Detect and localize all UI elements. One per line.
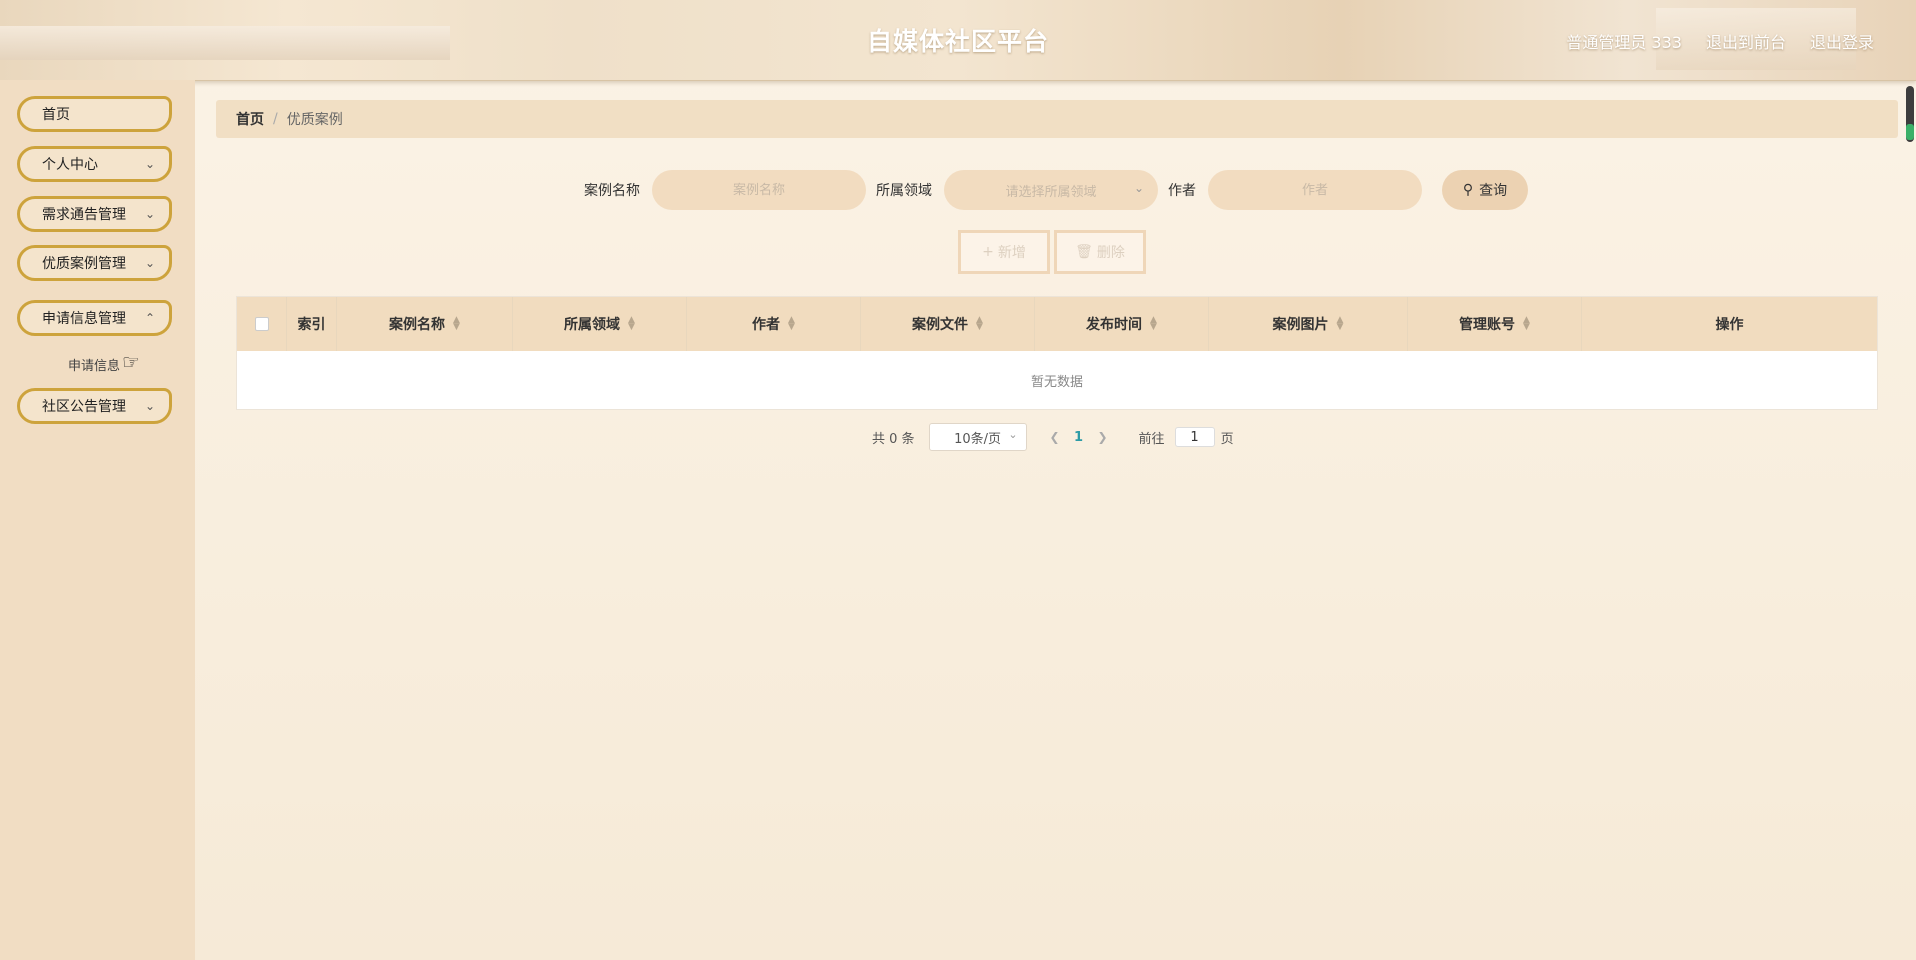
query-button[interactable]: ⚲ 查询 <box>1442 170 1528 210</box>
sort-icon[interactable]: ▲ ▼ <box>1150 316 1157 332</box>
chevron-down-icon: ⌄ <box>144 207 155 221</box>
chevron-down-icon: ⌄ <box>144 256 155 270</box>
case-table: 索引 案例名称 ▲ ▼ 所属领域 ▲ ▼ 作者 ▲ ▼ 案例文件 ▲ ▼ 发布时间 ▲ ▼… <box>236 296 1878 410</box>
sidebar-item-label: 需求通告管理 <box>42 207 126 223</box>
header-links: 普通管理员 333 退出到前台 退出登录 <box>1566 29 1874 53</box>
column-header-label: 发布时间 <box>1086 317 1143 333</box>
add-button-label: 新增 <box>997 245 1026 261</box>
sort-icon[interactable]: ▲ ▼ <box>1523 316 1530 332</box>
add-button[interactable]: + 新增 <box>958 230 1050 274</box>
search-icon: ⚲ <box>1462 182 1474 198</box>
plus-icon: + <box>982 244 994 260</box>
breadcrumb-home[interactable]: 首页 <box>236 109 264 129</box>
column-header-label: 作者 <box>752 317 781 333</box>
column-header-publish-time[interactable]: 发布时间 ▲ ▼ <box>1035 297 1209 351</box>
select-all-checkbox[interactable] <box>254 317 269 331</box>
prev-page-icon[interactable]: ❮ <box>1043 430 1067 444</box>
case-name-input[interactable] <box>652 170 866 210</box>
pagination: 共 0 条 10条/页 ⌄ ❮ 1 ❯ 前往 页 <box>872 422 1234 452</box>
column-header-label: 案例文件 <box>912 317 969 333</box>
sidebar-item-label: 个人中心 <box>42 157 98 173</box>
total-count: 共 0 条 <box>872 431 915 447</box>
column-header-label: 索引 <box>297 317 326 333</box>
column-header-label: 所属领域 <box>564 317 621 333</box>
sort-icon[interactable]: ▲ ▼ <box>1337 316 1344 332</box>
column-header-index: 索引 <box>287 297 337 351</box>
breadcrumb-separator: / <box>273 111 278 127</box>
sidebar-item-demand-notice[interactable]: 需求通告管理 ⌄ <box>17 196 172 232</box>
author-input[interactable] <box>1208 170 1422 210</box>
page-number[interactable]: 1 <box>1067 430 1091 445</box>
chevron-down-icon: ⌄ <box>144 157 155 171</box>
chevron-down-icon: ⌄ <box>144 399 155 413</box>
logout-link[interactable]: 退出登录 <box>1810 29 1874 53</box>
breadcrumb: 首页 / 优质案例 <box>216 100 1898 138</box>
column-header-label: 操作 <box>1715 317 1744 333</box>
delete-button[interactable]: 🗑 删除 <box>1054 230 1146 274</box>
sidebar-item-home[interactable]: 首页 <box>17 96 172 132</box>
sidebar-subitem-application-info[interactable]: 申请信息 <box>68 355 120 374</box>
goto-page-input[interactable] <box>1174 427 1215 447</box>
sidebar-item-application[interactable]: 申请信息管理 ⌃ <box>17 300 172 336</box>
sort-icon[interactable]: ▲ ▼ <box>628 316 635 332</box>
sidebar-item-label: 社区公告管理 <box>42 399 126 415</box>
column-header-operation: 操作 <box>1582 297 1877 351</box>
sort-icon[interactable]: ▲ ▼ <box>976 316 983 332</box>
sidebar-item-label: 首页 <box>42 107 70 123</box>
author-label: 作者 <box>1168 183 1196 199</box>
empty-text: 暂无数据 <box>1030 374 1083 390</box>
top-header: 自媒体社区平台 普通管理员 333 退出到前台 退出登录 <box>0 0 1916 81</box>
action-buttons: + 新增 🗑 删除 <box>958 230 1146 274</box>
sidebar-item-label: 申请信息管理 <box>42 311 126 327</box>
column-header-admin-account[interactable]: 管理账号 ▲ ▼ <box>1408 297 1582 351</box>
next-page-icon[interactable]: ❯ <box>1091 430 1115 444</box>
sidebar: 首页 个人中心 ⌄ 需求通告管理 ⌄ 优质案例管理 ⌄ 申请信息管理 ⌃ 申请信… <box>0 80 195 960</box>
trash-icon: 🗑 <box>1075 244 1093 260</box>
domain-select[interactable]: 请选择所属领域 ⌄ <box>944 170 1158 210</box>
column-header-case-image[interactable]: 案例图片 ▲ ▼ <box>1209 297 1408 351</box>
column-header-label: 管理账号 <box>1459 317 1516 333</box>
current-user-label: 普通管理员 333 <box>1566 33 1682 52</box>
chevron-down-icon: ⌄ <box>1008 428 1018 441</box>
breadcrumb-current: 优质案例 <box>286 112 343 128</box>
delete-button-label: 删除 <box>1096 245 1125 261</box>
column-header-case-file[interactable]: 案例文件 ▲ ▼ <box>861 297 1035 351</box>
column-header-author[interactable]: 作者 ▲ ▼ <box>687 297 861 351</box>
column-header-label: 案例图片 <box>1272 317 1329 333</box>
table-empty-row: 暂无数据 <box>237 351 1877 409</box>
page-size-value: 10条/页 <box>954 431 1002 447</box>
search-form: 案例名称 所属领域 请选择所属领域 ⌄ 作者 ⚲ 查询 <box>584 170 1528 210</box>
sidebar-item-community-notice[interactable]: 社区公告管理 ⌄ <box>17 388 172 424</box>
domain-label: 所属领域 <box>876 183 932 199</box>
sort-icon[interactable]: ▲ ▼ <box>788 316 795 332</box>
domain-select-placeholder: 请选择所属领域 <box>1005 184 1097 200</box>
select-all-cell <box>237 297 287 351</box>
sidebar-item-label: 优质案例管理 <box>42 256 126 272</box>
exit-to-front-link[interactable]: 退出到前台 <box>1706 29 1786 53</box>
column-header-case-name[interactable]: 案例名称 ▲ ▼ <box>337 297 513 351</box>
table-header: 索引 案例名称 ▲ ▼ 所属领域 ▲ ▼ 作者 ▲ ▼ 案例文件 ▲ ▼ 发布时间 ▲ ▼… <box>237 297 1877 351</box>
chevron-down-icon: ⌄ <box>1133 181 1144 195</box>
page-size-select[interactable]: 10条/页 ⌄ <box>928 423 1027 451</box>
hand-cursor-icon: ☞ <box>122 350 140 374</box>
goto-prefix: 前往 <box>1138 431 1165 447</box>
case-name-label: 案例名称 <box>584 183 640 199</box>
column-header-label: 案例名称 <box>389 317 446 333</box>
goto-suffix: 页 <box>1220 431 1234 447</box>
column-header-domain[interactable]: 所属领域 ▲ ▼ <box>513 297 687 351</box>
sidebar-item-personal-center[interactable]: 个人中心 ⌄ <box>17 146 172 182</box>
sort-icon[interactable]: ▲ ▼ <box>453 316 460 332</box>
scrollbar-indicator <box>1906 124 1914 140</box>
query-button-label: 查询 <box>1479 183 1508 199</box>
chevron-up-icon: ⌃ <box>144 311 155 325</box>
sidebar-item-quality-case[interactable]: 优质案例管理 ⌄ <box>17 245 172 281</box>
